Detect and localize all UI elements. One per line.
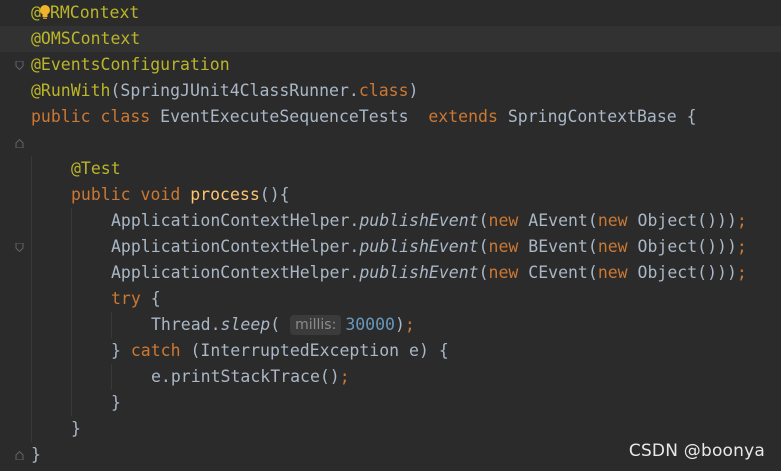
annotation-run-with: @RunWith (31, 81, 111, 100)
code-text: ApplicationContextHelper. (111, 237, 360, 256)
code-text: Object())) (627, 211, 737, 230)
semicolon: ; (736, 263, 747, 282)
code-line-6[interactable] (0, 130, 781, 156)
code-text: ) (394, 315, 405, 334)
code-line-13[interactable]: Thread.sleep( millis: 30000); (0, 312, 781, 338)
code-text: Object())) (627, 263, 737, 282)
code-text: (SpringJUnit4ClassRunner. (110, 81, 359, 100)
keyword: try (111, 289, 141, 308)
closing-brace: } (31, 445, 41, 464)
semicolon: ; (339, 367, 350, 386)
keyword: new (488, 263, 519, 282)
code-line-15[interactable]: e.printStackTrace(); (0, 364, 781, 390)
fold-marker-icon[interactable] (15, 87, 24, 148)
code-editor[interactable]: @ RMContext @OMSContext @EventsConfigurat… (0, 0, 781, 471)
annotation-name: RMContext (49, 3, 140, 22)
keyword: public (71, 185, 131, 204)
code-text: } (111, 341, 131, 360)
code-text: SpringContextBase { (497, 107, 697, 126)
code-text: { (140, 289, 161, 308)
method-call: publishEvent (359, 211, 479, 230)
annotation-events-configuration: @EventsConfiguration (31, 55, 230, 74)
code-line-4[interactable]: @RunWith(SpringJUnit4ClassRunner.class) (0, 78, 781, 148)
code-text: ( (270, 315, 281, 334)
code-text: e.printStackTrace() (151, 367, 340, 386)
class-name: EventExecuteSequenceTests (150, 107, 429, 126)
code-line-17[interactable]: } (0, 416, 781, 442)
fold-marker-icon[interactable] (15, 399, 24, 460)
code-line-14[interactable]: } catch (InterruptedException e) { (0, 338, 781, 364)
code-text: ( (478, 237, 489, 256)
semicolon: ; (404, 315, 415, 334)
code-text: ApplicationContextHelper. (111, 211, 360, 230)
code-text: (){ (259, 185, 290, 204)
closing-brace: } (71, 419, 81, 438)
code-line-8[interactable]: public void process(){ (0, 182, 781, 252)
keyword: new (597, 263, 628, 282)
code-line-2[interactable]: @OMSContext (0, 26, 781, 52)
closing-brace: } (111, 393, 121, 412)
code-line-11[interactable]: ApplicationContextHelper.publishEvent(ne… (0, 260, 781, 286)
annotation-test: @Test (71, 159, 121, 178)
code-text: ) (408, 81, 419, 100)
keyword: new (597, 237, 628, 256)
keyword: class (358, 81, 409, 100)
keyword: class (100, 107, 151, 126)
keyword: new (488, 211, 519, 230)
code-line-3[interactable]: @EventsConfiguration (0, 52, 781, 78)
method-call: publishEvent (359, 237, 479, 256)
keyword: catch (130, 341, 181, 360)
fold-marker-icon[interactable] (15, 9, 24, 70)
code-text: Object())) (627, 237, 737, 256)
keyword: void (140, 185, 181, 204)
fold-marker-icon[interactable] (15, 425, 24, 434)
semicolon: ; (736, 211, 747, 230)
code-text: ( (478, 263, 489, 282)
code-text: (InterruptedException e) { (180, 341, 449, 360)
method-call: sleep (220, 315, 271, 334)
code-text: Thread. (151, 315, 221, 334)
code-text: BEvent( (518, 237, 598, 256)
watermark: CSDN @boonya (628, 441, 765, 461)
semicolon: ; (736, 237, 747, 256)
method-call: publishEvent (359, 263, 479, 282)
code-line-10[interactable]: ApplicationContextHelper.publishEvent(ne… (0, 234, 781, 260)
code-text: CEvent( (518, 263, 598, 282)
code-text: ( (478, 211, 489, 230)
keyword: new (597, 211, 628, 230)
code-text: AEvent( (518, 211, 598, 230)
number-literal: 30000 (345, 315, 395, 334)
code-line-7[interactable]: @Test (0, 156, 781, 182)
fold-marker-icon[interactable] (15, 191, 24, 252)
code-text: ApplicationContextHelper. (111, 263, 360, 282)
annotation-oms-context: @OMSContext (31, 29, 141, 48)
code-line-9[interactable]: ApplicationContextHelper.publishEvent(ne… (0, 208, 781, 234)
parameter-hint: millis: (290, 315, 342, 335)
code-line-5[interactable]: public class EventExecuteSequenceTests e… (0, 104, 781, 130)
code-line-12[interactable]: try { (0, 286, 781, 312)
keyword: extends (428, 107, 498, 126)
keyword: new (488, 237, 519, 256)
code-line-16[interactable]: } (0, 390, 781, 460)
keyword: public (31, 107, 91, 126)
method-name: process (190, 185, 260, 204)
code-line-1[interactable]: @ RMContext (0, 0, 781, 70)
